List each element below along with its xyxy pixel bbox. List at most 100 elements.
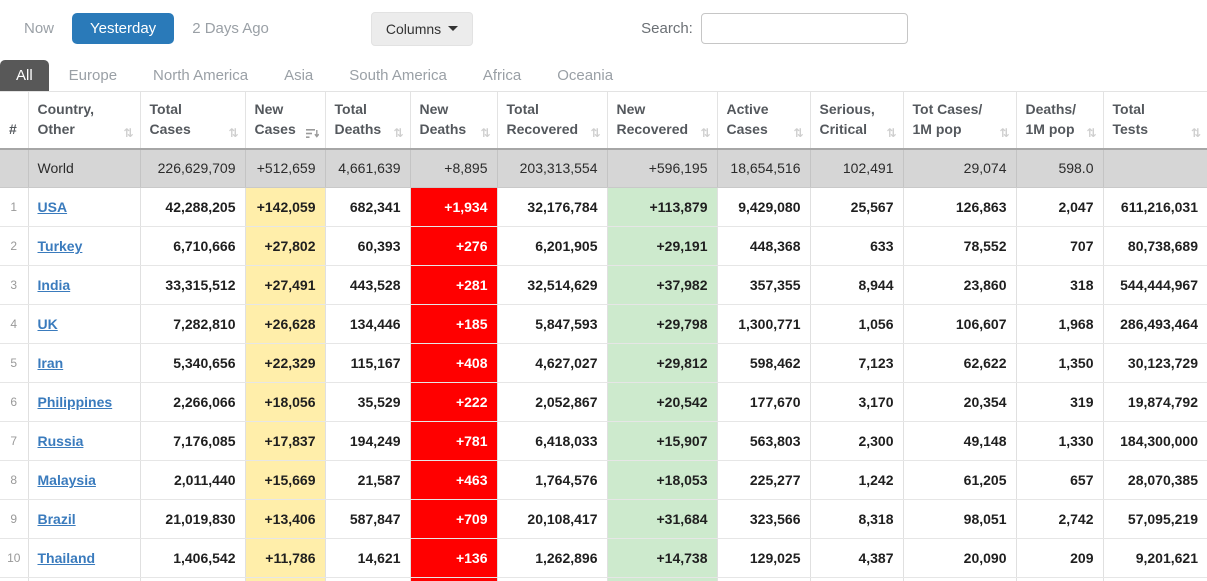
column-header-new-cases[interactable]: New Cases [244, 90, 325, 150]
column-label: Country, Other [37, 101, 95, 138]
value-cell-serious-critical: 7,123 [809, 343, 903, 384]
value-cell-active-cases [716, 577, 810, 581]
table-row: 6 Philippines 2,266,066 +18,056 35,529 +222 2,… [0, 382, 1207, 423]
value-cell-total-recovered: 1,764,576 [496, 460, 607, 501]
value-cell-total-deaths: 194,249 [324, 421, 410, 462]
column-header-country[interactable]: Country, Other ⇅ [27, 90, 140, 150]
column-label: New Deaths [419, 101, 467, 138]
value-cell-active-cases: 563,803 [716, 421, 810, 462]
tab-asia[interactable]: Asia [268, 60, 329, 91]
country-link[interactable]: Russia [38, 433, 84, 449]
country-link[interactable]: Turkey [38, 238, 83, 254]
now-button[interactable]: Now [14, 14, 64, 43]
tab-north-america[interactable]: North America [137, 60, 264, 91]
value-cell-total-tests: 28,070,385 [1102, 460, 1207, 501]
column-header-total-tests[interactable]: Total Tests ⇅ [1102, 90, 1207, 150]
value-cell-deaths-1m: 598.0 [1015, 148, 1103, 189]
value-cell-new-cases: +142,059 [244, 187, 325, 228]
value-cell-tot-cases-1m: 126,863 [902, 187, 1016, 228]
column-header-total-cases[interactable]: Total Cases ⇅ [139, 90, 245, 150]
value-cell-new-deaths: +281 [409, 265, 497, 306]
value-cell-tot-cases-1m: 20,354 [902, 382, 1016, 423]
value-cell-total-recovered: 4,627,027 [496, 343, 607, 384]
column-header-total-recovered[interactable]: Total Recovered ⇅ [496, 90, 607, 150]
country-link[interactable]: USA [38, 199, 68, 215]
rank-cell: 2 [0, 226, 28, 267]
value-cell-new-cases: +26,628 [244, 304, 325, 345]
value-cell-active-cases: 357,355 [716, 265, 810, 306]
country-cell: Malaysia [27, 460, 140, 501]
value-cell-total-tests: 30,123,729 [1102, 343, 1207, 384]
two-days-ago-button[interactable]: 2 Days Ago [182, 14, 279, 43]
country-link[interactable]: Thailand [38, 550, 96, 566]
country-link[interactable]: Philippines [38, 394, 113, 410]
worldometers-coronavirus-screen: Now Yesterday 2 Days Ago Columns Search:… [0, 0, 1207, 581]
table-row: 10 Thailand 1,406,542 +11,786 14,621 +136 1,26… [0, 538, 1207, 579]
country-link[interactable]: UK [38, 316, 58, 332]
country-cell: Philippines [27, 382, 140, 423]
value-cell-total-tests: 544,444,967 [1102, 265, 1207, 306]
value-cell-deaths-1m: 318 [1015, 265, 1103, 306]
column-header-serious-critical[interactable]: Serious, Critical ⇅ [809, 90, 903, 150]
value-cell-total-cases: 226,629,709 [139, 148, 245, 189]
value-cell-new-cases: +17,837 [244, 421, 325, 462]
columns-dropdown-button[interactable]: Columns [370, 11, 474, 46]
yesterday-button[interactable]: Yesterday [72, 13, 175, 44]
value-cell-total-recovered: 2,052,867 [496, 382, 607, 423]
value-cell-new-recovered: +31,684 [606, 499, 717, 540]
value-cell-total-deaths: 134,446 [324, 304, 410, 345]
value-cell-new-cases: +22,329 [244, 343, 325, 384]
column-header-new-recovered[interactable]: New Recovered ⇅ [606, 90, 717, 150]
country-link[interactable]: Malaysia [38, 472, 96, 488]
column-header-tot-cases-1m[interactable]: Tot Cases/1M pop ⇅ [902, 90, 1016, 150]
tab-south-america[interactable]: South America [333, 60, 463, 91]
value-cell-total-tests [1102, 148, 1207, 189]
value-cell-active-cases: 177,670 [716, 382, 810, 423]
country-link[interactable]: Brazil [38, 511, 76, 527]
value-cell-new-recovered [606, 577, 717, 581]
column-label: Total Cases [149, 101, 191, 138]
value-cell-total-deaths [324, 577, 410, 581]
value-cell-new-deaths: +709 [409, 499, 497, 540]
value-cell-serious-critical: 1,242 [809, 460, 903, 501]
value-cell-total-recovered [496, 577, 607, 581]
value-cell-new-recovered: +596,195 [606, 148, 717, 189]
country-cell [27, 577, 140, 581]
value-cell-tot-cases-1m: 49,148 [902, 421, 1016, 462]
column-header-new-deaths[interactable]: New Deaths ⇅ [409, 90, 497, 150]
value-cell-serious-critical: 102,491 [809, 148, 903, 189]
sort-both-icon: ⇅ [1190, 125, 1201, 140]
value-cell-active-cases: 448,368 [716, 226, 810, 267]
column-header-active-cases[interactable]: Active Cases ⇅ [716, 90, 810, 150]
value-cell-deaths-1m: 1,968 [1015, 304, 1103, 345]
chevron-down-icon [448, 26, 459, 31]
value-cell-new-recovered: +18,053 [606, 460, 717, 501]
value-cell-total-tests: 611,216,031 [1102, 187, 1207, 228]
country-link[interactable]: India [38, 277, 71, 293]
search-input[interactable] [700, 13, 908, 44]
covid-table: # Country, Other ⇅ Total Cases ⇅ New Cases Total D… [0, 90, 1207, 581]
value-cell-serious-critical: 2,300 [809, 421, 903, 462]
value-cell-new-recovered: +113,879 [606, 187, 717, 228]
value-cell-total-recovered: 20,108,417 [496, 499, 607, 540]
sort-both-icon: ⇅ [999, 125, 1010, 140]
value-cell-new-cases: +512,659 [244, 148, 325, 189]
value-cell-new-deaths: +136 [409, 538, 497, 579]
sort-both-icon: ⇅ [1086, 125, 1097, 140]
country-link[interactable]: Iran [38, 355, 64, 371]
value-cell-total-deaths: 14,621 [324, 538, 410, 579]
tab-all[interactable]: All [0, 60, 49, 91]
column-header-total-deaths[interactable]: Total Deaths ⇅ [324, 90, 410, 150]
covid-table-header: # Country, Other ⇅ Total Cases ⇅ New Cases Total D… [0, 90, 1207, 150]
tab-europe[interactable]: Europe [53, 60, 133, 91]
value-cell-new-recovered: +29,812 [606, 343, 717, 384]
value-cell-deaths-1m: 707 [1015, 226, 1103, 267]
value-cell-total-cases: 7,176,085 [139, 421, 245, 462]
tab-oceania[interactable]: Oceania [541, 60, 629, 91]
country-cell: Thailand [27, 538, 140, 579]
tab-africa[interactable]: Africa [467, 60, 537, 91]
value-cell-deaths-1m [1015, 577, 1103, 581]
column-header-deaths-1m[interactable]: Deaths/1M pop ⇅ [1015, 90, 1103, 150]
table-row: 8 Malaysia 2,011,440 +15,669 21,587 +463 1,764… [0, 460, 1207, 501]
world-row: World 226,629,709 +512,659 4,661,639 +8,895 2… [0, 148, 1207, 189]
